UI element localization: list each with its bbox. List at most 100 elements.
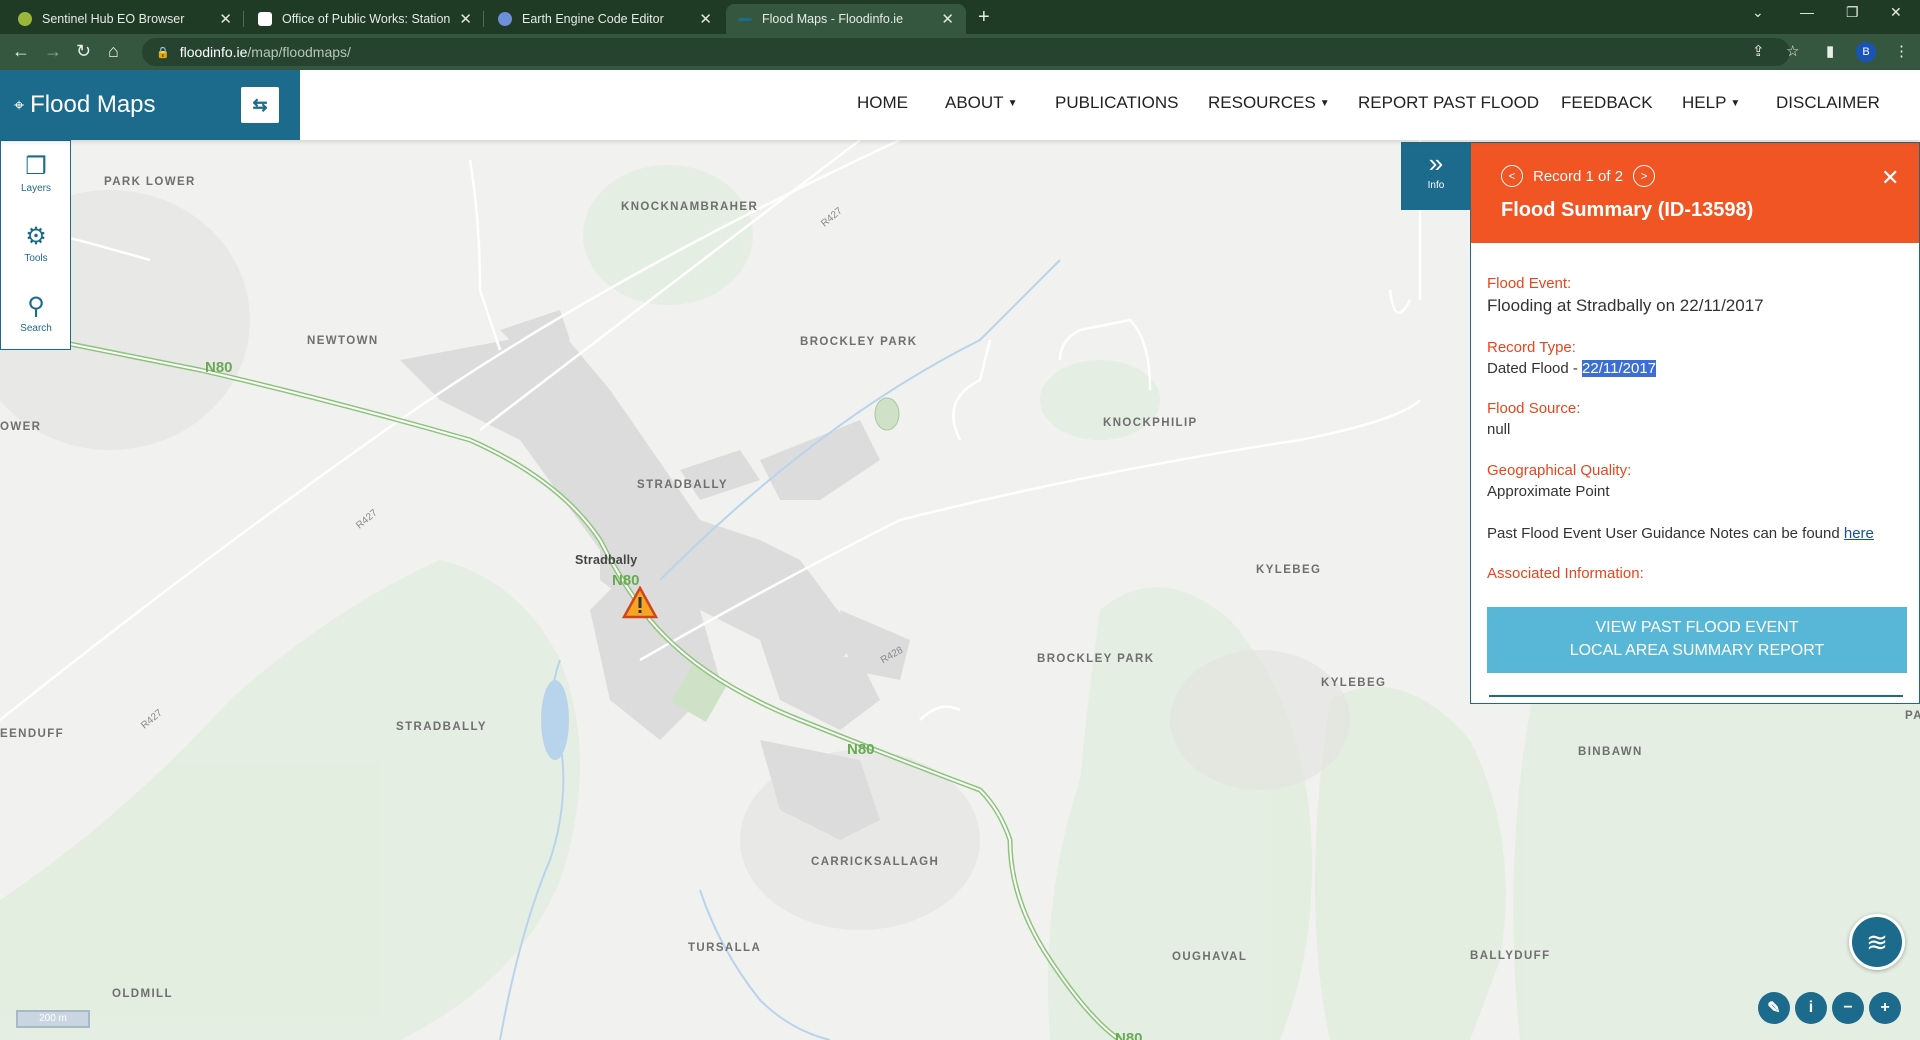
nav-label: FEEDBACK: [1561, 93, 1653, 112]
close-window-icon[interactable]: ✕: [1890, 4, 1902, 21]
map-label: BROCKLEY PARK: [800, 336, 918, 348]
close-icon[interactable]: ✕: [1881, 165, 1899, 191]
next-record-icon[interactable]: >: [1633, 165, 1656, 187]
new-tab-button[interactable]: +: [978, 6, 990, 29]
browser-tab-opw[interactable]: Office of Public Works: Station Sc ✕: [246, 4, 484, 34]
close-tab-icon[interactable]: ✕: [219, 10, 232, 28]
nav-label: PUBLICATIONS: [1055, 93, 1179, 112]
home-icon[interactable]: ⌂: [108, 41, 119, 62]
field-label: Geographical Quality:: [1487, 462, 1632, 479]
nav-report-past-flood[interactable]: REPORT PAST FLOOD: [1358, 93, 1539, 113]
tab-search-icon[interactable]: ⌄: [1752, 4, 1764, 21]
map-label: EENDUFF: [0, 728, 65, 740]
close-tab-icon[interactable]: ✕: [941, 10, 954, 28]
brand-bar: ⌖ Flood Maps ⇆: [0, 70, 300, 140]
flood-event-warning-icon[interactable]: [622, 586, 658, 620]
tool-label: Search: [20, 323, 52, 334]
previous-record-icon[interactable]: <: [1501, 165, 1523, 187]
close-tab-icon[interactable]: ✕: [699, 10, 712, 28]
map-label: BINBAWN: [1578, 746, 1643, 758]
map-label: PARK LOWER: [104, 176, 196, 188]
view-report-button[interactable]: VIEW PAST FLOOD EVENT LOCAL AREA SUMMARY…: [1487, 607, 1907, 673]
map-label: OLDMILL: [112, 988, 173, 1000]
info-button[interactable]: i: [1795, 992, 1827, 1024]
nav-about[interactable]: ABOUT ▼: [945, 93, 1017, 113]
measure-tool-button[interactable]: ✎: [1758, 992, 1790, 1024]
nav-publications[interactable]: PUBLICATIONS: [1055, 93, 1178, 113]
nav-label: DISCLAIMER: [1776, 93, 1880, 112]
nav-label: ABOUT: [945, 93, 1004, 112]
guidance-link[interactable]: here: [1844, 525, 1874, 542]
field-value: Flooding at Stradbally on 22/11/2017: [1487, 296, 1764, 315]
record-navigator: < Record 1 of 2 >: [1501, 165, 1656, 187]
field-value: Dated Flood - 22/11/2017: [1487, 360, 1657, 377]
zoom-out-button[interactable]: −: [1832, 992, 1864, 1024]
restore-icon[interactable]: ❐: [1846, 4, 1859, 21]
browser-address-bar: ← → ↻ ⌂ 🔒 floodinfo.ie /map/floodmaps/ ⇪…: [0, 34, 1920, 70]
minus-icon: −: [1843, 999, 1853, 1016]
url-path: /map/floodmaps/: [247, 44, 351, 60]
tab-separator: [243, 11, 244, 27]
report-button-line: VIEW PAST FLOOD EVENT: [1595, 619, 1799, 636]
browser-tab-bar: Sentinel Hub EO Browser ✕ Office of Publ…: [0, 0, 1920, 34]
basemap-layers-button[interactable]: ≋: [1849, 914, 1905, 970]
nav-resources[interactable]: RESOURCES ▼: [1208, 93, 1330, 113]
map-label: TURSALLA: [688, 942, 762, 954]
browser-tab-earth-engine[interactable]: Earth Engine Code Editor ✕: [486, 4, 724, 34]
opw-favicon-icon: [258, 12, 272, 26]
map-label: STRADBALLY: [637, 479, 728, 491]
search-tool-button[interactable]: ⚲ Search: [1, 293, 71, 334]
browser-tab-sentinel[interactable]: Sentinel Hub EO Browser ✕: [6, 4, 244, 34]
plus-icon: +: [1880, 999, 1890, 1016]
field-value: Approximate Point: [1487, 483, 1610, 500]
flood-maps-favicon-icon: [738, 17, 752, 21]
reload-icon[interactable]: ↻: [76, 41, 91, 62]
close-tab-icon[interactable]: ✕: [459, 10, 472, 28]
forward-icon[interactable]: →: [44, 41, 62, 62]
nav-label: RESOURCES: [1208, 93, 1316, 112]
nav-feedback[interactable]: FEEDBACK: [1561, 93, 1653, 113]
info-toggle-label: Info: [1427, 180, 1445, 191]
map-label: PA: [1905, 710, 1920, 722]
map-label: BROCKLEY PARK: [1037, 653, 1155, 665]
bookmark-star-icon[interactable]: ☆: [1786, 42, 1799, 60]
field-value: null: [1487, 421, 1511, 438]
nav-disclaimer[interactable]: DISCLAIMER: [1776, 93, 1880, 113]
swap-map-button[interactable]: ⇆: [241, 87, 279, 123]
flood-summary-panel: < Record 1 of 2 > Flood Summary (ID-1359…: [1470, 142, 1920, 704]
url-host: floodinfo.ie: [179, 44, 248, 60]
nav-label: HOME: [857, 93, 908, 112]
zoom-in-button[interactable]: +: [1869, 992, 1901, 1024]
flood-summary-header: < Record 1 of 2 > Flood Summary (ID-1359…: [1471, 143, 1919, 243]
field-label: Record Type:: [1487, 339, 1576, 356]
tool-label: Tools: [24, 253, 48, 264]
nav-home[interactable]: HOME: [857, 93, 908, 113]
map-label: OUGHAVAL: [1172, 951, 1248, 963]
stacked-layers-icon: ≋: [1866, 926, 1888, 957]
profile-avatar[interactable]: B: [1856, 42, 1876, 62]
tab-title: Flood Maps - Floodinfo.ie: [762, 12, 904, 26]
minimize-icon[interactable]: —: [1800, 4, 1814, 20]
app-header: ⌖ Flood Maps ⇆ HOME ABOUT ▼ PUBLICATIONS …: [0, 70, 1920, 140]
record-type-prefix: Dated Flood -: [1487, 360, 1583, 377]
report-button-line: LOCAL AREA SUMMARY REPORT: [1569, 642, 1825, 659]
tab-title: Office of Public Works: Station Sc: [282, 12, 452, 26]
nav-help[interactable]: HELP ▼: [1682, 93, 1740, 113]
chevron-down-icon: ▼: [1319, 97, 1330, 109]
nav-label: REPORT PAST FLOOD: [1358, 93, 1540, 112]
url-input[interactable]: 🔒 floodinfo.ie /map/floodmaps/: [142, 38, 1790, 66]
associated-info-field: Associated Information:: [1487, 565, 1644, 582]
share-icon[interactable]: ⇪: [1752, 42, 1765, 60]
layers-tool-button[interactable]: ❒ Layers: [1, 153, 71, 194]
sidebar-icon[interactable]: ▮: [1826, 42, 1834, 60]
layers-icon: ❒: [25, 153, 47, 180]
tools-tool-button[interactable]: ⚙ Tools: [1, 223, 71, 264]
scale-bar: 200 m: [16, 1010, 90, 1028]
back-icon[interactable]: ←: [12, 41, 30, 62]
road-label: N80: [205, 359, 233, 376]
browser-tab-flood-maps[interactable]: Flood Maps - Floodinfo.ie ✕: [726, 4, 966, 34]
info-panel-toggle[interactable]: » Info: [1401, 142, 1471, 210]
map-label-town: Stradbally: [575, 553, 638, 567]
tab-separator: [483, 11, 484, 27]
browser-menu-icon[interactable]: ⋮: [1894, 42, 1909, 60]
